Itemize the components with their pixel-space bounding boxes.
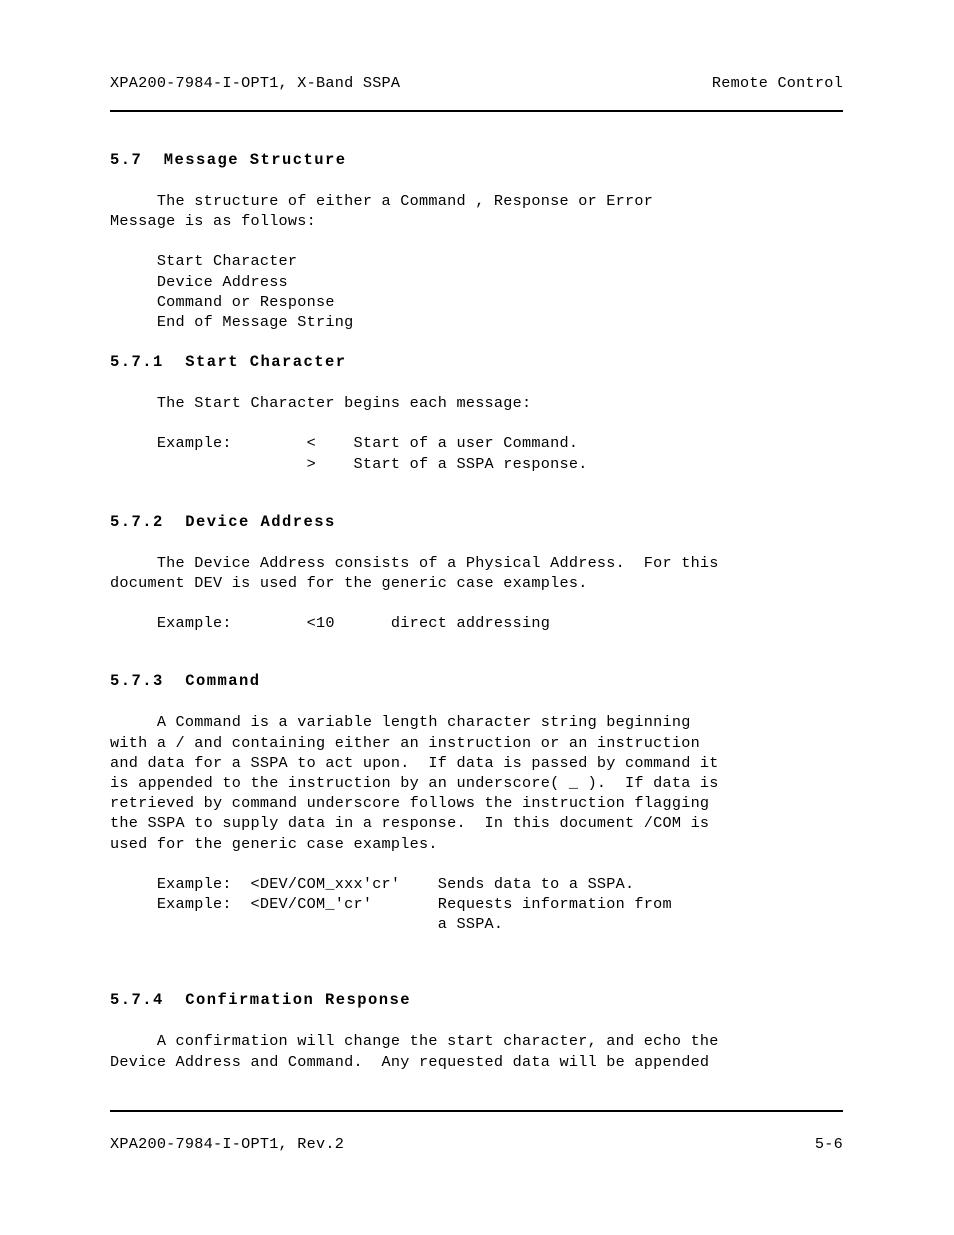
paragraph-5-7-4: A confirmation will change the start cha… [110,1032,719,1071]
section-title-5-7-3: Command [185,672,261,691]
section-title-5-7-2: Device Address [185,512,336,531]
section-number-5-7-3: 5.7.3 [110,672,164,691]
section-heading-5-7-2: 5.7.2 Device Address [110,512,870,532]
running-footer: XPA200-7984-I-OPT1, Rev.2 5-6 [110,1135,843,1153]
section-heading-5-7: 5.7 Message Structure [110,150,870,170]
running-header: XPA200-7984-I-OPT1, X-Band SSPA Remote C… [110,74,843,92]
paragraph-5-7-1: The Start Character begins each message: [110,394,532,413]
section-number-5-7-1: 5.7.1 [110,353,164,372]
section-heading-5-7-4: 5.7.4 Confirmation Response [110,990,870,1010]
examples-5-7-1: Example: < Start of a user Command. > St… [156,434,588,473]
document-body: 5.7 Message Structure The structure of e… [110,150,870,1072]
paragraph-5-7: The structure of either a Command , Resp… [110,192,654,231]
section-heading-5-7-3: 5.7.3 Command [110,671,870,691]
examples-5-7-3: Example: <DEV/COM_xxx'cr' Sends data to … [156,874,672,934]
paragraph-5-7-2: The Device Address consists of a Physica… [110,553,719,593]
document-page: XPA200-7984-I-OPT1, X-Band SSPA Remote C… [0,0,954,1235]
list-message-structure: Start Character Device Address Command o… [156,252,354,332]
examples-5-7-2: Example: <10 direct addressing [110,614,551,633]
footer-rule [110,1110,843,1112]
header-chapter-title: Remote Control [711,74,843,92]
section-title-5-7: Message Structure [163,151,347,169]
header-document-id: XPA200-7984-I-OPT1, X-Band SSPA [110,74,401,92]
section-number-5-7: 5.7 [110,151,143,169]
section-number-5-7-4: 5.7.4 [110,991,164,1010]
paragraph-5-7-3: A Command is a variable length character… [110,713,719,853]
page-number: 5-6 [814,1135,843,1153]
footer-document-id: XPA200-7984-I-OPT1, Rev.2 [110,1135,345,1153]
header-rule [110,110,843,112]
section-title-5-7-4: Confirmation Response [185,991,412,1010]
section-title-5-7-1: Start Character [185,353,347,372]
section-number-5-7-2: 5.7.2 [110,512,164,531]
section-heading-5-7-1: 5.7.1 Start Character [110,352,870,372]
